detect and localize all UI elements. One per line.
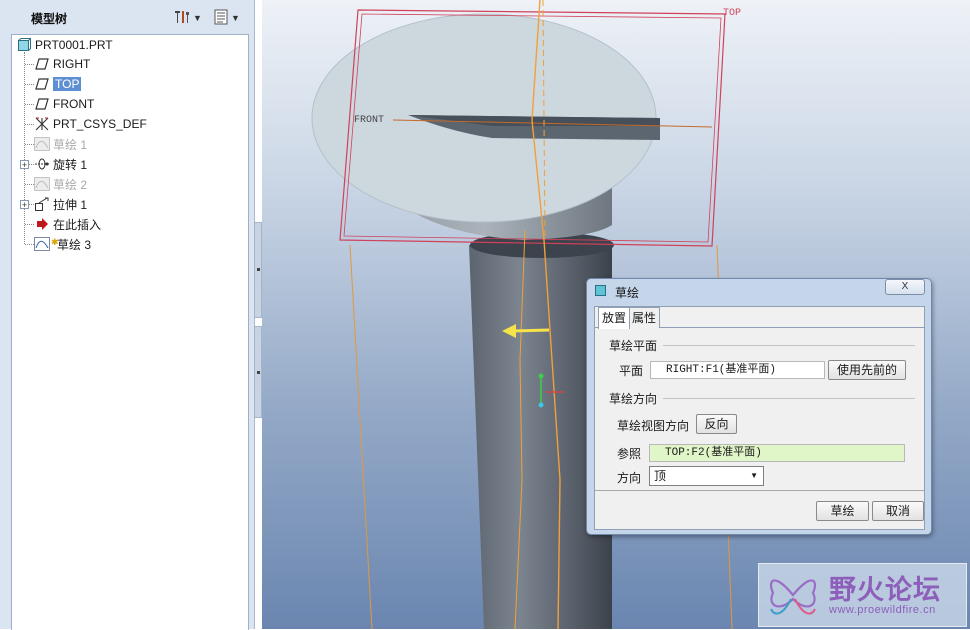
- tree-columns-button[interactable]: ▼: [213, 8, 240, 28]
- tab-label: 放置: [602, 311, 627, 325]
- tree-item-sketch-1[interactable]: 草绘 1: [34, 135, 87, 153]
- tree-item-label: 旋转 1: [53, 157, 88, 172]
- tree-item-label: 在此插入: [53, 217, 102, 232]
- tree-item-label: 拉伸 1: [53, 197, 88, 212]
- datum-label-front: FRONT: [354, 115, 384, 126]
- direction-arrow: [511, 328, 550, 333]
- cancel-button[interactable]: 取消: [872, 501, 924, 521]
- tree-connector: [25, 104, 34, 105]
- tree-item-label: 草绘 2: [53, 177, 88, 192]
- tree-connector: [25, 64, 34, 65]
- chevron-down-icon: ▼: [193, 13, 202, 23]
- model-tree: PRT0001.PRT RIGHT TOP FRONT PRT_CSYS_DEF…: [11, 34, 249, 630]
- sketch-edge: [349, 244, 373, 629]
- plane-label: 平面: [619, 364, 644, 378]
- tree-connector: [25, 244, 34, 245]
- view-direction-label: 草绘视图方向: [617, 419, 690, 433]
- watermark-url: www.proewildfire.cn: [829, 604, 936, 616]
- tree-connector: [25, 144, 34, 145]
- csys-y-end: [538, 373, 544, 379]
- part-icon: [16, 37, 32, 53]
- tree-connector: [25, 84, 34, 85]
- tree-item-top[interactable]: TOP: [34, 75, 82, 93]
- tree-connector: [24, 52, 25, 244]
- tree-item-label: PRT_CSYS_DEF: [53, 117, 147, 131]
- model-tree-title: 模型树: [31, 12, 68, 26]
- tree-item-sketch-3[interactable]: ✱ 草绘 3: [34, 235, 91, 253]
- tree-item-part[interactable]: PRT0001.PRT: [16, 36, 113, 54]
- footer-divider: [595, 490, 924, 491]
- tree-item-extrude-1[interactable]: 拉伸 1: [34, 195, 87, 213]
- sketch-dialog: 草绘 X 放置 属性 草绘平面 平面 RIGHT:F1(基准平面) 使用先前的 …: [586, 278, 932, 535]
- section-divider: [663, 398, 915, 399]
- tree-connector: [25, 124, 34, 125]
- dialog-title: 草绘: [615, 286, 640, 300]
- model-tree-panel: 模型树 ▼ ▼ PRT0001.PRT RIGHT TOP FRONT PRT_…: [0, 0, 255, 630]
- sketch-icon: [34, 176, 50, 192]
- watermark-title: 野火论坛: [829, 575, 941, 605]
- model-tree-header: 模型树 ▼ ▼: [0, 0, 254, 34]
- orientation-section-label: 草绘方向: [609, 392, 658, 406]
- dialog-body: 放置 属性 草绘平面 平面 RIGHT:F1(基准平面) 使用先前的 草绘方向 …: [594, 306, 925, 530]
- csys-icon: [34, 116, 50, 132]
- expand-toggle[interactable]: +: [20, 200, 29, 210]
- direction-select[interactable]: 顶 ▼: [649, 466, 764, 486]
- chevron-down-icon: ▼: [231, 13, 240, 23]
- close-button[interactable]: X: [885, 279, 925, 295]
- tree-settings-button[interactable]: ▼: [173, 8, 202, 28]
- chevron-down-icon: ▼: [750, 471, 758, 480]
- extrude-icon: [34, 196, 50, 212]
- reference-label: 参照: [617, 447, 642, 461]
- datum-label-top: TOP: [723, 8, 741, 19]
- tree-connector: [25, 184, 34, 185]
- section-divider: [663, 345, 915, 346]
- panel-splitter[interactable]: [254, 222, 262, 318]
- sketch-plane-section-label: 草绘平面: [609, 339, 658, 353]
- tree-item-right[interactable]: RIGHT: [34, 55, 90, 73]
- list-icon: [213, 9, 229, 28]
- insert-arrow-icon: [34, 216, 50, 232]
- tree-item-label: 草绘 1: [53, 137, 88, 152]
- close-icon: X: [901, 281, 909, 292]
- csys-z-end: [538, 402, 544, 408]
- tree-connector: [25, 224, 34, 225]
- watermark: 野火论坛 www.proewildfire.cn: [758, 563, 967, 627]
- tree-item-revolve-1[interactable]: 旋转 1: [34, 155, 87, 173]
- sketch-button[interactable]: 草绘: [816, 501, 869, 521]
- tools-icon: [173, 9, 191, 28]
- tree-item-label: TOP: [53, 77, 82, 91]
- tree-item-insert-here[interactable]: 在此插入: [34, 215, 101, 233]
- reference-field[interactable]: TOP:F2(基准平面): [649, 444, 905, 462]
- butterfly-logo-icon: [769, 579, 817, 615]
- datum-plane-icon: [34, 96, 50, 112]
- direction-label: 方向: [617, 471, 642, 485]
- tree-item-label: FRONT: [53, 97, 95, 111]
- tab-label: 属性: [632, 311, 657, 325]
- flip-button[interactable]: 反向: [696, 414, 737, 434]
- tree-item-csys[interactable]: PRT_CSYS_DEF: [34, 115, 147, 133]
- sketch-icon: [34, 136, 50, 152]
- datum-plane-icon: [34, 76, 50, 92]
- tab-placement[interactable]: 放置: [598, 307, 631, 329]
- plane-field[interactable]: RIGHT:F1(基准平面): [650, 361, 825, 379]
- tree-item-label: PRT0001.PRT: [35, 38, 113, 52]
- tab-properties[interactable]: 属性: [628, 307, 661, 328]
- panel-splitter[interactable]: [254, 326, 262, 418]
- tree-item-sketch-2[interactable]: 草绘 2: [34, 175, 87, 193]
- expand-toggle[interactable]: +: [20, 160, 29, 170]
- datum-plane-icon: [34, 56, 50, 72]
- revolve-icon: [34, 156, 50, 172]
- dialog-app-icon: [595, 285, 606, 296]
- dialog-titlebar[interactable]: 草绘 X: [587, 279, 931, 303]
- direction-select-value: 顶: [654, 469, 667, 483]
- tree-item-front[interactable]: FRONT: [34, 95, 94, 113]
- tree-item-label: RIGHT: [53, 57, 91, 71]
- tree-item-label: 草绘 3: [57, 237, 92, 252]
- use-previous-button[interactable]: 使用先前的: [828, 360, 906, 380]
